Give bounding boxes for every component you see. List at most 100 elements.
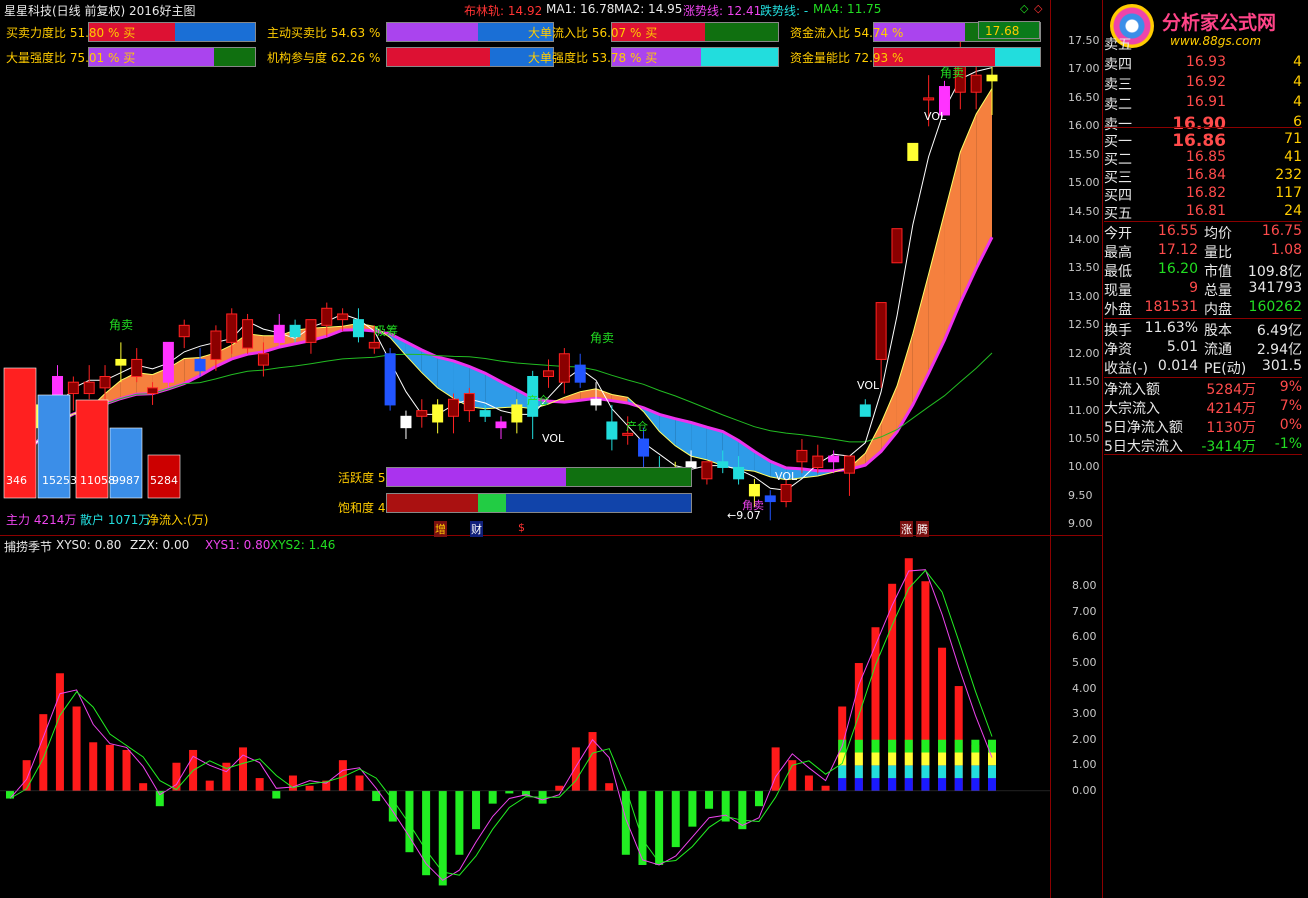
candle-body xyxy=(257,353,269,366)
price-tick: 12.00 xyxy=(1068,346,1100,360)
osc-bar xyxy=(72,706,81,791)
osc-bar xyxy=(455,790,464,855)
osc-bar xyxy=(272,790,281,799)
price-tick: 17.00 xyxy=(1068,62,1100,76)
stat-row: 换手 11.63% 股本 6.49亿 xyxy=(1104,320,1302,339)
signal-jiao-mai: 角卖 xyxy=(590,331,615,345)
candle-body xyxy=(733,466,745,480)
signal-chan-cang: 产仓 xyxy=(626,420,648,433)
osc-bar xyxy=(804,775,813,791)
candle-body xyxy=(875,302,887,360)
ratio-label: 大量强度比 75.01 % 买 xyxy=(6,51,136,65)
panel-separator xyxy=(1104,377,1302,378)
osc-tick: 3.00 xyxy=(1072,707,1097,721)
osc-bar xyxy=(705,790,714,809)
price-tick: 10.00 xyxy=(1068,460,1100,474)
price-tick: 13.00 xyxy=(1068,289,1100,303)
osc-bar xyxy=(655,790,664,865)
candle-body xyxy=(828,455,840,463)
osc-stack-segment xyxy=(988,778,996,791)
osc-stack-segment xyxy=(854,778,863,791)
osc-bar xyxy=(139,783,148,791)
osc-stack-segment xyxy=(921,778,930,791)
osc-stack-segment xyxy=(904,739,913,753)
chart-title: 星星科技(日线 前复权) 2016好主图 xyxy=(4,4,196,18)
candle-body xyxy=(780,484,792,503)
osc-bar xyxy=(754,790,763,807)
candle-body xyxy=(463,393,475,412)
ratio-label: 资金流入比 54.74 % xyxy=(790,26,904,40)
stat-row: 现量 9 总量 341793 xyxy=(1104,280,1302,299)
osc-stack-segment xyxy=(871,739,880,753)
candle-body xyxy=(812,455,824,468)
signal-jiao-mai: 角卖 xyxy=(940,66,965,80)
price-tick: 10.50 xyxy=(1068,432,1100,446)
price-tick: 11.50 xyxy=(1068,375,1100,389)
osc-tick: 1.00 xyxy=(1072,758,1097,772)
panel-divider xyxy=(1102,0,1103,898)
osc-stack-segment xyxy=(871,752,880,766)
candle-body xyxy=(432,404,444,423)
candle-body xyxy=(352,319,364,338)
candle-body xyxy=(923,97,935,101)
candle-body xyxy=(907,142,919,161)
main-osc-divider xyxy=(0,535,1102,536)
signal-jiao-mai: 角卖 xyxy=(109,318,134,332)
osc-bar xyxy=(89,742,98,791)
panel-separator xyxy=(1104,454,1302,455)
osc-bar xyxy=(671,790,680,848)
osc-bar xyxy=(571,747,580,791)
price-tick: 16.50 xyxy=(1068,90,1100,104)
candle-body xyxy=(242,319,254,349)
bid-row: 买二 16.85 41 xyxy=(1104,149,1302,168)
price-tick: 15.00 xyxy=(1068,176,1100,190)
osc-bar xyxy=(488,790,497,804)
stat-row: 外盘 181531 内盘 160262 xyxy=(1104,299,1302,318)
osc-bar xyxy=(621,790,630,855)
osc-stack-segment xyxy=(954,778,963,791)
osc-tick: 8.00 xyxy=(1072,579,1097,593)
osc-bar xyxy=(688,790,697,827)
candle-body xyxy=(764,495,776,503)
candle-body xyxy=(178,324,190,338)
signal-cai: 财 xyxy=(470,521,483,537)
osc-bar xyxy=(305,785,314,791)
osc-zzx: ZZX: 0.00 xyxy=(130,538,190,552)
main-force-label: 主力 4214万 xyxy=(6,513,77,527)
osc-tick: 7.00 xyxy=(1072,604,1097,618)
candle-body xyxy=(796,449,808,463)
candle-body xyxy=(321,307,333,326)
oscillator-chart[interactable] xyxy=(0,538,1050,896)
money-flow-bar xyxy=(109,427,143,499)
candle-body xyxy=(574,364,586,383)
bid-row: 买四 16.82 117 xyxy=(1104,185,1302,204)
candle-body xyxy=(859,404,871,417)
panel-separator xyxy=(1104,318,1302,319)
candle-body xyxy=(843,455,855,474)
diamond-icon[interactable]: ◇ xyxy=(1020,2,1028,15)
osc-bar xyxy=(239,747,248,791)
candle-body xyxy=(543,370,555,377)
candle-body xyxy=(305,319,317,343)
candle-body xyxy=(226,313,238,343)
ma1-value: MA1: 16.78 xyxy=(546,2,615,16)
ask-row: 卖二 16.91 4 xyxy=(1104,94,1302,113)
osc-stack-segment xyxy=(988,765,996,779)
bid-row: 买一 16.86 71 xyxy=(1104,131,1302,151)
candle-body xyxy=(891,228,903,264)
ratio-label: 主动买卖比 54.63 % xyxy=(267,26,381,40)
osc-stack-segment xyxy=(838,778,847,791)
osc-bar xyxy=(605,783,614,791)
stat-row: 今开 16.55 均价 16.75 xyxy=(1104,223,1302,242)
close-icon[interactable]: ◇ xyxy=(1034,2,1042,15)
osc-tick: 6.00 xyxy=(1072,630,1097,644)
osc-bar xyxy=(821,785,830,791)
panel-separator xyxy=(1104,221,1302,222)
price-chart[interactable] xyxy=(0,0,1050,535)
stat-row: 最高 17.12 量比 1.08 xyxy=(1104,242,1302,261)
flow-value-3: 11058 xyxy=(80,474,115,487)
osc-stack-segment xyxy=(904,778,913,791)
osc-tick: 4.00 xyxy=(1072,681,1097,695)
osc-stack-segment xyxy=(938,778,947,791)
candle-body xyxy=(83,381,95,395)
